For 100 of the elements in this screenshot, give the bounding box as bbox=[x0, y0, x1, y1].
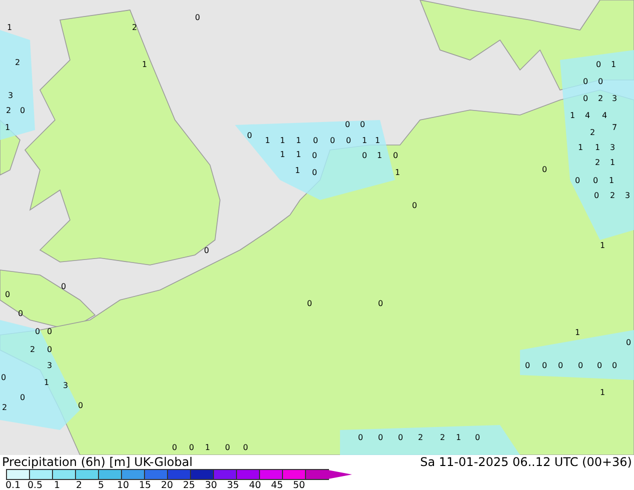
chart-title: Precipitation (6h) [m] UK-Global bbox=[2, 455, 193, 469]
precipitation-value: 0 bbox=[35, 327, 40, 336]
precipitation-value: 0 bbox=[362, 151, 368, 160]
precipitation-value: 0 bbox=[475, 433, 480, 442]
scale-label: 15 bbox=[138, 480, 152, 490]
precipitation-value: 3 bbox=[47, 361, 52, 370]
scale-label: 40 bbox=[248, 480, 262, 490]
precipitation-value: 2 bbox=[440, 433, 446, 442]
precipitation-value: 0 bbox=[20, 106, 26, 115]
scale-label: 2 bbox=[74, 480, 84, 490]
precipitation-value: 1 bbox=[600, 241, 606, 250]
precipitation-value: 1 bbox=[377, 151, 382, 160]
precipitation-value: 1 bbox=[296, 136, 302, 145]
precipitation-value: 1 bbox=[456, 433, 462, 442]
precipitation-value: 0 bbox=[378, 433, 384, 442]
precipitation-value: 0 bbox=[593, 176, 598, 185]
precipitation-value: 0 bbox=[330, 136, 336, 145]
precipitation-value: 0 bbox=[78, 401, 84, 410]
precipitation-value: 0 bbox=[597, 361, 602, 370]
precipitation-value: 0 bbox=[626, 338, 632, 347]
precipitation-value: 0 bbox=[346, 136, 352, 145]
precipitation-value: 1 bbox=[296, 150, 302, 159]
precipitation-value: 0 bbox=[558, 361, 564, 370]
precipitation-value: 0 bbox=[398, 433, 404, 442]
precipitation-value: 1 bbox=[295, 166, 300, 175]
precipitation-value: 4 bbox=[602, 111, 608, 120]
precipitation-value: 0 bbox=[312, 168, 318, 177]
precipitation-value: 2 bbox=[418, 433, 424, 442]
precipitation-value: 0 bbox=[47, 345, 52, 354]
precipitation-value: 0 bbox=[360, 120, 366, 129]
precipitation-value: 1 bbox=[570, 111, 576, 120]
precipitation-value: 0 bbox=[578, 361, 584, 370]
precipitation-value: 0 bbox=[358, 433, 364, 442]
precipitation-value: 0 bbox=[378, 299, 384, 308]
precipitation-value: 0 bbox=[583, 77, 588, 86]
precipitation-value: 2 bbox=[2, 403, 8, 412]
precipitation-value: 0 bbox=[612, 361, 618, 370]
precipitation-value: 1 bbox=[280, 150, 286, 159]
scale-label: 30 bbox=[204, 480, 218, 490]
forecast-date: Sa 11-01-2025 06..12 UTC (00+36) bbox=[420, 455, 632, 469]
precipitation-value: 0 bbox=[1, 373, 6, 382]
precipitation-value: 0 bbox=[18, 309, 24, 318]
precipitation-value: 4 bbox=[585, 111, 590, 120]
precipitation-value: 1 bbox=[575, 328, 580, 337]
precipitation-value: 2 bbox=[590, 128, 596, 137]
precipitation-value: 1 bbox=[611, 60, 616, 69]
precipitation-value: 1 bbox=[609, 176, 614, 185]
precipitation-value: 0 bbox=[243, 443, 248, 452]
precipitation-value: 0 bbox=[542, 361, 548, 370]
precipitation-value: 1 bbox=[362, 136, 368, 145]
precipitation-value: 1 bbox=[375, 136, 380, 145]
precipitation-value: 2 bbox=[595, 158, 600, 167]
precipitation-value: 0 bbox=[247, 131, 252, 140]
precipitation-value: 2 bbox=[15, 58, 20, 67]
scale-label: 10 bbox=[116, 480, 130, 490]
precipitation-value: 0 bbox=[47, 327, 52, 336]
precipitation-value: 0 bbox=[598, 77, 604, 86]
precipitation-value: 0 bbox=[225, 443, 230, 452]
precipitation-value: 0 bbox=[313, 136, 318, 145]
precipitation-value: 3 bbox=[63, 381, 68, 390]
precipitation-value: 0 bbox=[195, 13, 200, 22]
precipitation-value: 0 bbox=[596, 60, 602, 69]
precipitation-value: 1 bbox=[395, 168, 400, 177]
precipitation-value: 3 bbox=[8, 91, 14, 100]
precipitation-value: 0 bbox=[61, 282, 66, 291]
precipitation-value: 1 bbox=[595, 143, 600, 152]
precipitation-value: 7 bbox=[612, 123, 618, 132]
precipitation-value: 0 bbox=[525, 361, 530, 370]
scale-label: 25 bbox=[182, 480, 196, 490]
precipitation-value: 0 bbox=[189, 443, 194, 452]
precipitation-value: 0 bbox=[583, 94, 588, 103]
precipitation-value: 1 bbox=[610, 158, 616, 167]
precipitation-value: 2 bbox=[598, 94, 604, 103]
precipitation-value: 2 bbox=[30, 345, 36, 354]
scale-label: 0.1 bbox=[4, 480, 22, 490]
precipitation-value: 3 bbox=[610, 143, 616, 152]
precipitation-value: 3 bbox=[612, 94, 618, 103]
precipitation-value: 1 bbox=[265, 136, 270, 145]
precipitation-value: 0 bbox=[307, 299, 312, 308]
precipitation-value: 0 bbox=[204, 246, 210, 255]
precipitation-value: 1 bbox=[205, 443, 210, 452]
precipitation-value: 0 bbox=[5, 290, 10, 299]
precipitation-value: 0 bbox=[542, 165, 548, 174]
precipitation-value: 0 bbox=[412, 201, 418, 210]
precipitation-value: 3 bbox=[625, 191, 630, 200]
precipitation-value: 1 bbox=[578, 143, 584, 152]
precipitation-value: 0 bbox=[575, 176, 580, 185]
precipitation-value: 1 bbox=[280, 136, 286, 145]
scale-label: 50 bbox=[292, 480, 306, 490]
precipitation-value: 0 bbox=[172, 443, 178, 452]
precipitation-value: 0 bbox=[312, 151, 318, 160]
scale-label: 20 bbox=[160, 480, 174, 490]
scale-label: 0.5 bbox=[26, 480, 44, 490]
precipitation-value: 1 bbox=[142, 60, 148, 69]
precipitation-value: 0 bbox=[393, 151, 398, 160]
scale-label: 5 bbox=[96, 480, 106, 490]
scale-label: 45 bbox=[270, 480, 284, 490]
precipitation-value: 0 bbox=[594, 191, 600, 200]
precipitation-value: 1 bbox=[5, 123, 10, 132]
scale-label: 35 bbox=[226, 480, 240, 490]
